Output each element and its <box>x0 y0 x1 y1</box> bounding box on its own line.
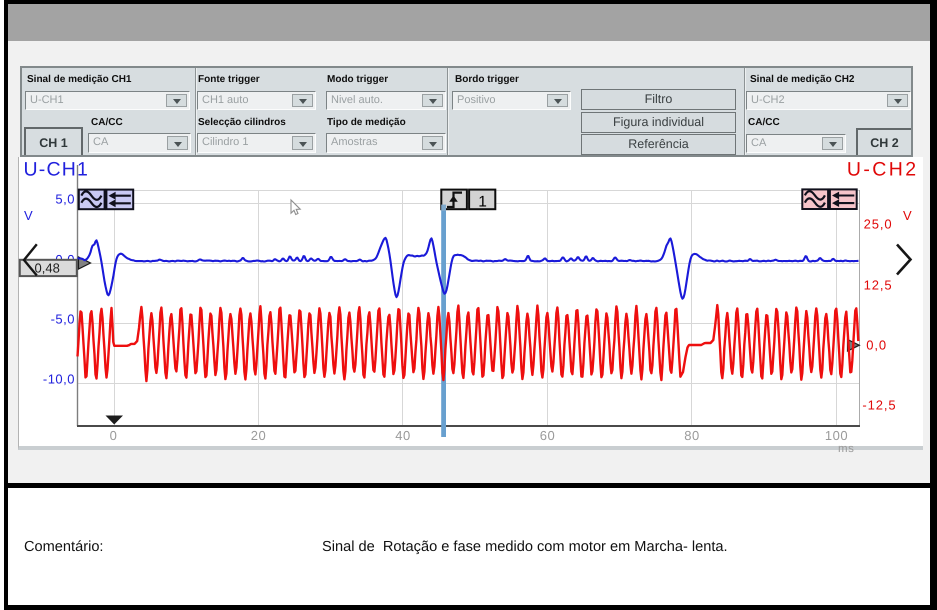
svg-text:-5,0: -5,0 <box>51 312 75 327</box>
svg-text:0,48: 0,48 <box>35 261 60 276</box>
svg-text:80: 80 <box>684 428 699 443</box>
svg-text:0,0: 0,0 <box>866 338 887 353</box>
svg-text:V: V <box>24 208 33 223</box>
svg-text:20: 20 <box>251 428 266 443</box>
svg-text:0: 0 <box>110 428 118 443</box>
svg-text:60: 60 <box>540 428 555 443</box>
svg-text:U-CH1: U-CH1 <box>24 159 90 181</box>
svg-text:-12,5: -12,5 <box>862 398 896 413</box>
svg-text:ms: ms <box>838 443 854 455</box>
svg-text:100: 100 <box>825 428 848 443</box>
svg-text:5,0: 5,0 <box>55 192 75 207</box>
svg-text:U-CH2: U-CH2 <box>847 159 919 181</box>
svg-text:40: 40 <box>395 428 410 443</box>
svg-text:1: 1 <box>478 194 487 211</box>
svg-text:12,5: 12,5 <box>864 278 893 293</box>
svg-text:25,0: 25,0 <box>864 217 893 232</box>
svg-text:V: V <box>903 208 913 223</box>
svg-text:-10,0: -10,0 <box>43 372 75 387</box>
